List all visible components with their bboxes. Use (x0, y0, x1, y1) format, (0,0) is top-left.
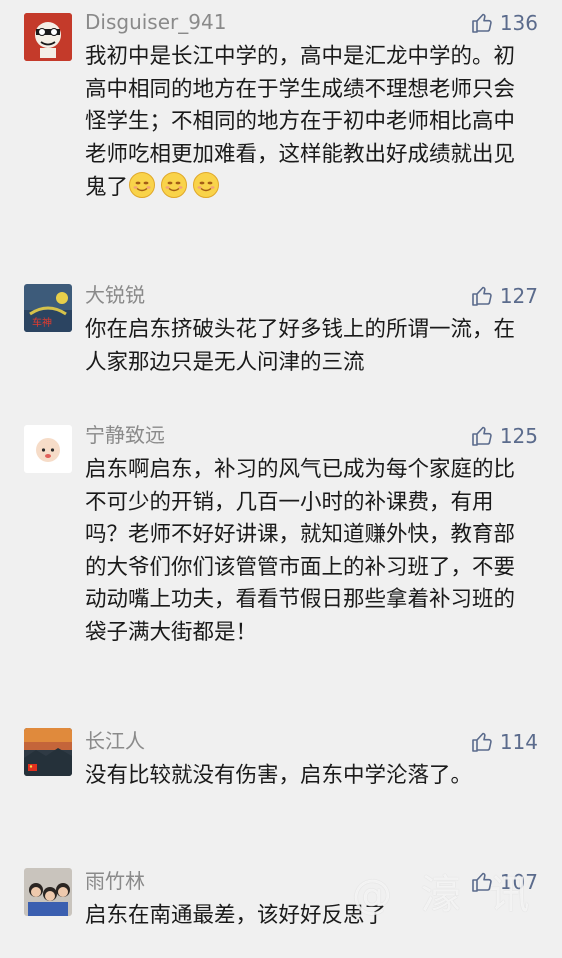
avatar[interactable] (24, 868, 72, 916)
comment-nickname[interactable]: 大锐锐 (85, 283, 145, 307)
comment-nickname[interactable]: 宁静致远 (85, 423, 165, 447)
smile-emoji-icon (193, 172, 220, 198)
comment-nickname[interactable]: 长江人 (85, 729, 145, 753)
avatar[interactable] (24, 425, 72, 473)
comment-nickname[interactable]: 雨竹林 (85, 869, 145, 893)
like-button[interactable]: 114 (470, 729, 538, 755)
thumbs-up-icon (470, 284, 494, 308)
like-count: 136 (499, 11, 538, 35)
thumbs-up-icon (470, 11, 494, 35)
comment-text: 我初中是长江中学的，高中是汇龙中学的。初高中相同的地方在于学生成绩不理想老师只会… (85, 41, 525, 205)
thumbs-up-icon (470, 730, 494, 754)
like-count: 114 (499, 730, 538, 754)
avatar[interactable] (24, 13, 72, 61)
comment-text: 没有比较就没有伤害，启东中学沦落了。 (85, 763, 473, 788)
smile-emoji-icon (129, 172, 156, 198)
avatar[interactable]: 车神 (24, 284, 72, 332)
like-button[interactable]: 125 (470, 423, 538, 449)
avatar[interactable] (24, 728, 72, 776)
thumbs-up-icon (470, 424, 494, 448)
smile-emoji-icon (161, 172, 188, 198)
like-count: 127 (499, 284, 538, 308)
comment-nickname[interactable]: Disguiser_941 (85, 10, 226, 34)
svg-text:车神: 车神 (32, 316, 52, 329)
comment-text: 你在启东挤破头花了好多钱上的所谓一流，在人家那边只是无人问津的三流 (85, 317, 516, 375)
watermark: @ 濠 讯 (352, 872, 538, 918)
like-button[interactable]: 127 (470, 283, 538, 309)
like-count: 125 (499, 424, 538, 448)
like-button[interactable]: 136 (470, 10, 538, 36)
comment-text: 启东啊启东，补习的风气已成为每个家庭的比不可少的开销，几百一小时的补课费，有用吗… (85, 457, 516, 645)
